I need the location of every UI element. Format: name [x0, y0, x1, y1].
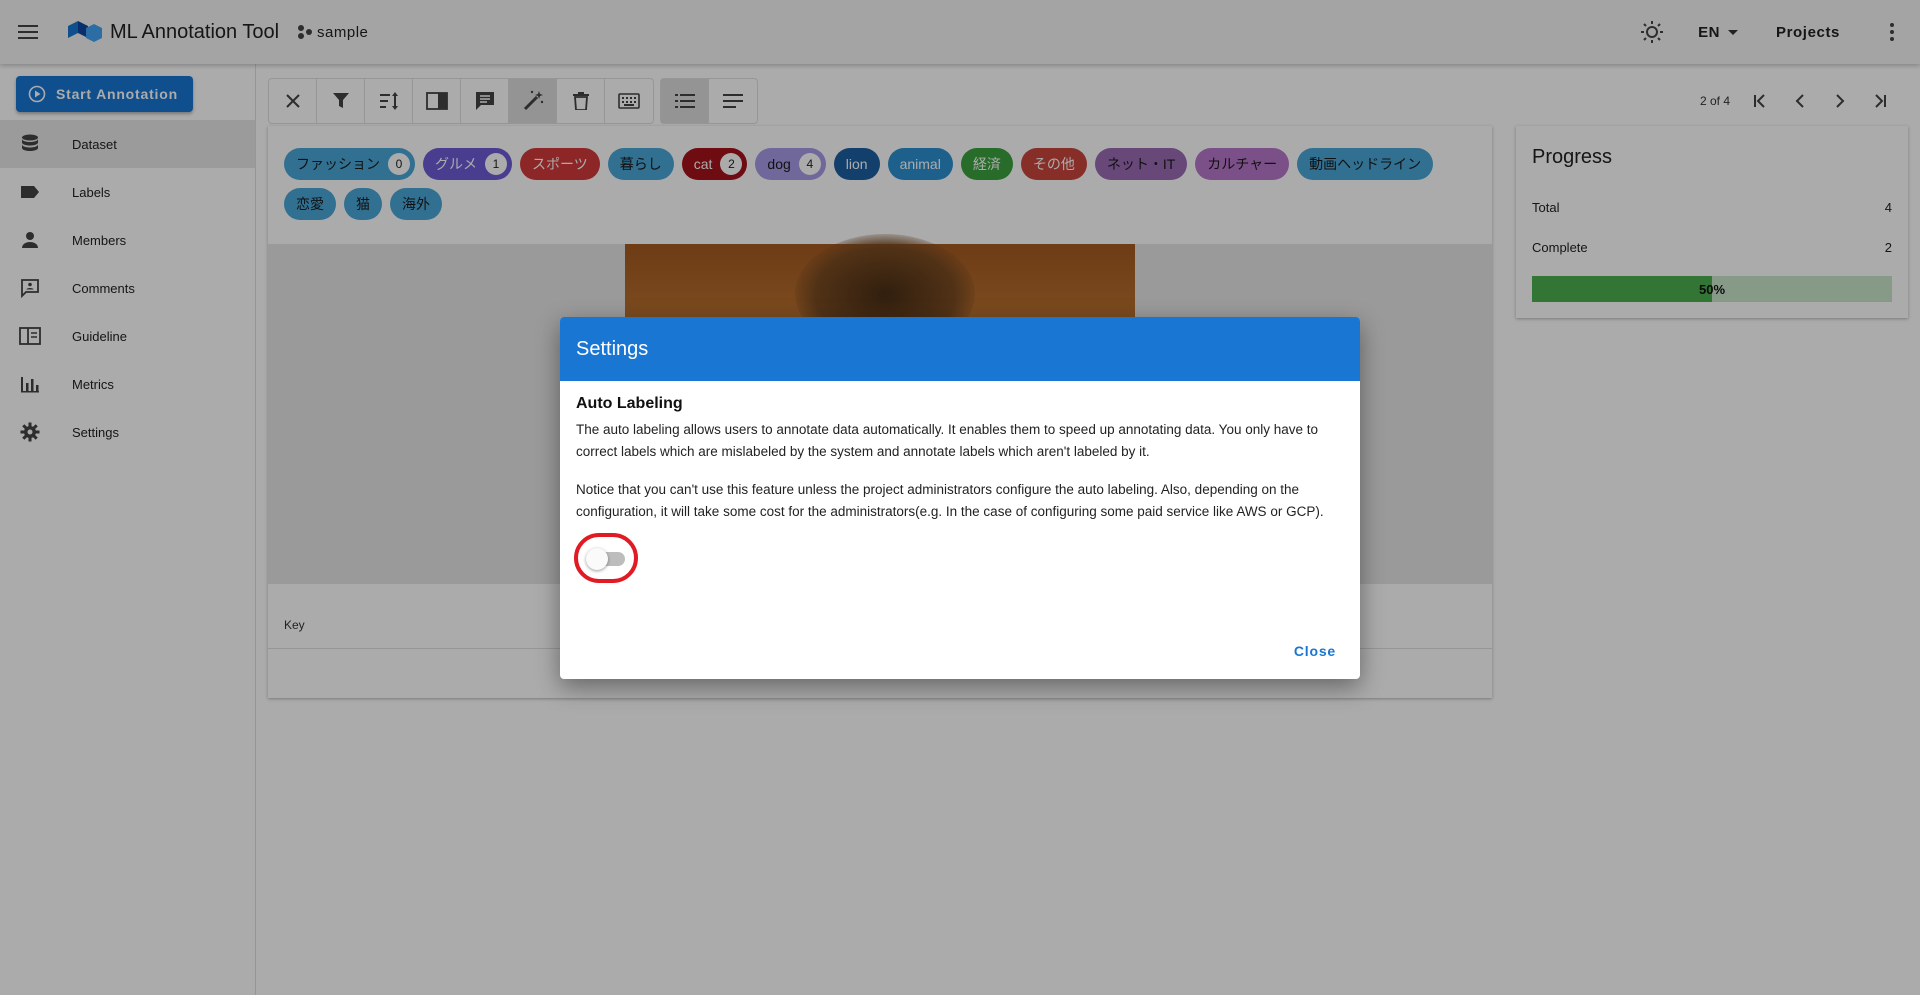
dialog-title: Settings — [576, 337, 649, 360]
toggle-thumb[interactable] — [586, 548, 608, 570]
settings-dialog: Settings Auto Labeling The auto labeling… — [560, 317, 1360, 679]
dialog-body: Auto Labeling The auto labeling allows u… — [560, 381, 1360, 583]
auto-labeling-notice: Notice that you can't use this feature u… — [576, 482, 1324, 519]
dialog-header: Settings — [560, 317, 1360, 381]
close-button[interactable]: Close — [1286, 637, 1344, 665]
auto-labeling-description: The auto labeling allows users to annota… — [576, 422, 1319, 459]
auto-labeling-toggle[interactable] — [574, 533, 638, 583]
auto-labeling-heading: Auto Labeling — [576, 395, 683, 412]
